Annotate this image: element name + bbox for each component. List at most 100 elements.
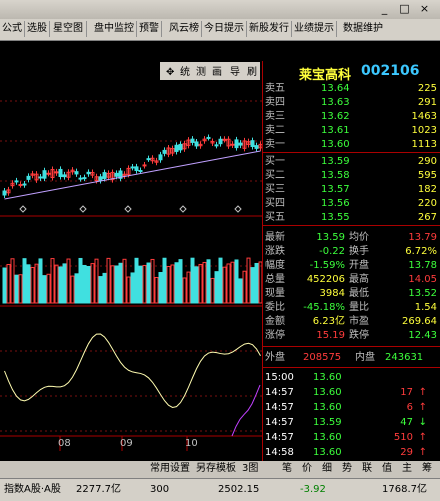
indicator-line-2 (231, 384, 261, 437)
ask-row: 卖三 13.62 1463 (265, 111, 437, 122)
chart-pane[interactable]: ✥ 统 测 画 导 刷 08 09 10 (0, 41, 263, 461)
toolbar-earnings[interactable]: 业绩提示 (292, 21, 337, 37)
tool-export[interactable]: 导 (230, 66, 240, 78)
candle-body (158, 154, 163, 161)
axis-month-label: 08 (58, 438, 71, 449)
candle-body (138, 170, 143, 173)
kline-chart[interactable]: ✥ 统 测 画 导 刷 08 09 10 (0, 41, 263, 461)
candle-body (74, 171, 79, 175)
volume-bar (98, 276, 103, 304)
volume-bar (10, 258, 15, 304)
toolbar-formula[interactable]: 公式 (0, 21, 25, 37)
candle-body (42, 170, 47, 179)
quote-row: 幅度 -1.59% 开盘 13.78 (265, 260, 437, 271)
volume-bar (198, 263, 203, 304)
toolbar-data-maintenance[interactable]: 数据维护 (341, 21, 385, 37)
close-button[interactable]: × (418, 3, 431, 15)
volume-bar (214, 271, 219, 304)
tick-row: 15:00 13.60 (265, 372, 342, 383)
ask-row: 卖四 13.63 291 (265, 97, 437, 108)
candle-body (162, 149, 167, 154)
common-settings-tab[interactable]: 常用设置 (150, 462, 190, 476)
restore-button[interactable]: □ (398, 3, 411, 15)
right-tab[interactable]: 笔 (282, 462, 292, 476)
toolbar-ranking[interactable]: 风云榜 (167, 21, 202, 37)
volume-bar (82, 264, 87, 304)
volume-bar (202, 261, 207, 304)
volume-bar (194, 266, 199, 304)
candle-body (58, 168, 63, 178)
right-tab[interactable]: 势 (342, 462, 352, 476)
volume-bar (222, 266, 227, 304)
toolbar-alert[interactable]: 预警 (137, 21, 162, 37)
toolbar-stock-picker[interactable]: 选股 (25, 21, 50, 37)
candle-body (102, 172, 107, 179)
volume-bar (54, 264, 59, 304)
volume-bar (2, 267, 7, 304)
volume-bar (178, 259, 183, 304)
volume-bar (42, 275, 47, 304)
status-value-1: 2277.7亿 (76, 484, 121, 495)
toolbar-ipo[interactable]: 新股发行 (247, 21, 292, 37)
quote-row: 涨停 15.19 跌停 12.43 (265, 330, 437, 341)
tool-measure[interactable]: 测 (196, 65, 206, 78)
volume-bar (38, 258, 43, 304)
chart-toolbar: ✥ 统 测 画 导 刷 (160, 62, 260, 80)
tool-draw[interactable]: 画 (212, 67, 222, 78)
candle-body (38, 176, 43, 179)
indicator-line (4, 333, 261, 408)
volume-bar (142, 264, 147, 304)
volume-bar (162, 257, 167, 304)
candle-body (18, 184, 23, 187)
volume-bar (86, 265, 91, 304)
candle-body (178, 143, 183, 151)
right-tab[interactable]: 筹 (422, 462, 432, 476)
volume-bar (14, 274, 19, 304)
bid-row: 买五 13.55 267 (265, 212, 437, 223)
candle-body (174, 144, 179, 152)
right-tab[interactable]: 价 (302, 462, 312, 476)
volume-bar (206, 259, 211, 304)
right-tab[interactable]: 细 (322, 462, 332, 476)
candle-body (238, 142, 243, 146)
bid-row: 买一 13.59 290 (265, 156, 437, 167)
tool-stat[interactable]: 统 (180, 65, 190, 78)
toolbar-star-map[interactable]: 星空图 (50, 21, 87, 37)
tool-refresh[interactable]: 刷 (247, 66, 257, 78)
candlesticks (2, 134, 263, 198)
save-template-tab[interactable]: 另存模板 (196, 462, 236, 476)
candle-body (2, 190, 7, 196)
tick-row: 14:57 13.60 6 ↑ (265, 402, 427, 413)
minimize-button[interactable]: _ (378, 3, 391, 15)
crosshair-icon[interactable]: ✥ (166, 67, 174, 78)
volume-bar (106, 257, 111, 304)
candle-body (78, 177, 83, 180)
volume-bar (154, 277, 159, 304)
quote-row: 现量 3984 最低 13.52 (265, 288, 437, 299)
volume-bar (6, 264, 11, 304)
volume-bar (174, 262, 179, 304)
toolbar-monitor[interactable]: 盘中监控 (92, 21, 137, 37)
status-value-4: -3.92 (300, 484, 326, 495)
toolbar-today-tips[interactable]: 今日提示 (202, 21, 247, 37)
quote-row: 最新 13.59 均价 13.79 (265, 232, 437, 243)
bid-row: 买三 13.57 182 (265, 184, 437, 195)
candle-body (46, 172, 51, 175)
volume-bar (170, 264, 175, 304)
candle-body (234, 139, 239, 149)
volume-bar (102, 272, 107, 304)
right-tab[interactable]: 主 (402, 462, 412, 476)
volume-bar (34, 263, 39, 304)
three-chart-tab[interactable]: 3图 (242, 462, 258, 476)
right-tab[interactable]: 值 (382, 462, 392, 476)
right-tab[interactable]: 联 (362, 462, 372, 476)
volume-bar (58, 266, 63, 304)
volume-bar (238, 278, 243, 304)
status-value-5: 1768.7亿 (382, 484, 427, 495)
volume-bar (66, 258, 71, 304)
volume-bar (158, 272, 163, 304)
tick-row: 14:57 13.59 47 ↓ (265, 417, 427, 428)
volume-bar (30, 266, 35, 304)
candle-body (250, 140, 255, 147)
volume-bar (230, 261, 235, 304)
